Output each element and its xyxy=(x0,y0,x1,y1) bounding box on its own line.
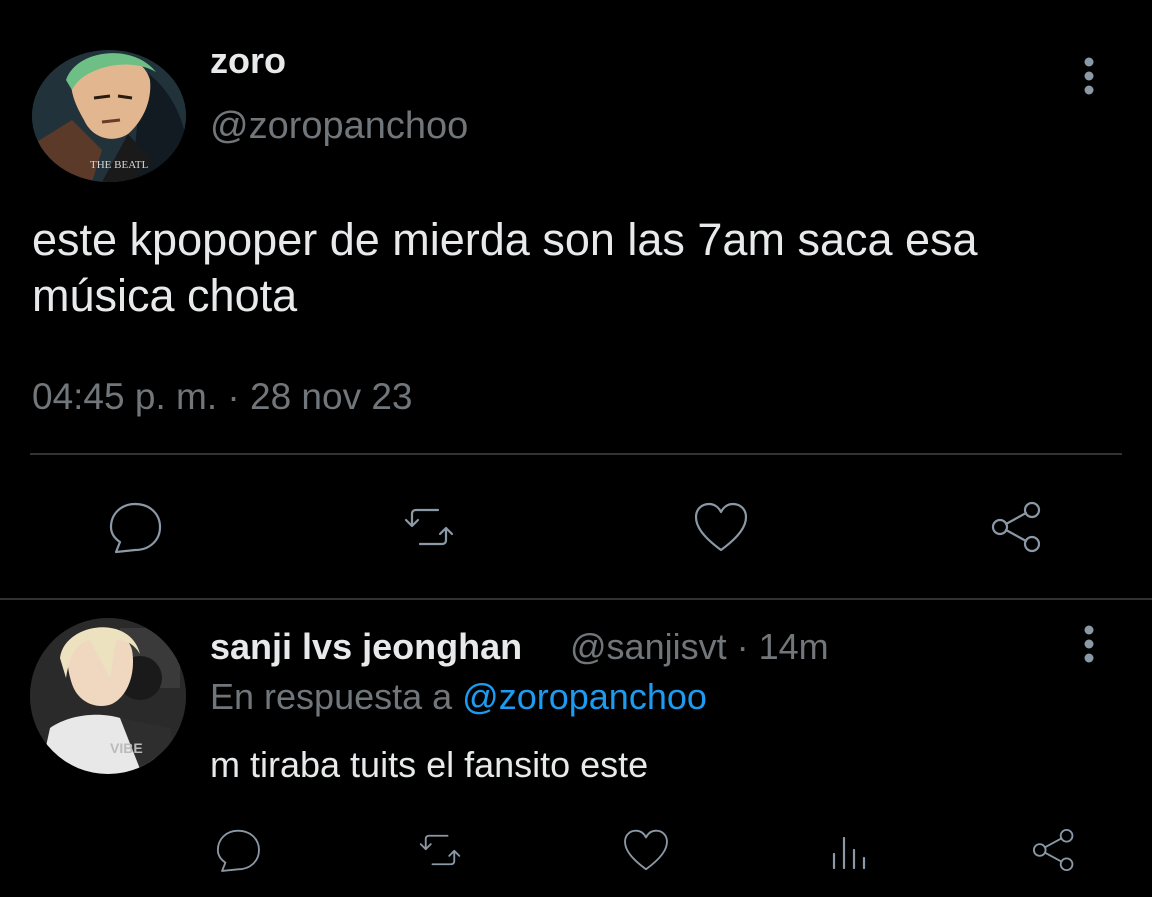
reply-share-icon[interactable] xyxy=(1028,824,1080,876)
reply-more-options-icon[interactable] xyxy=(1072,624,1106,666)
avatar-text: THE BEATL xyxy=(90,159,149,171)
reply-author-name[interactable]: sanji lvs jeonghan xyxy=(210,626,522,668)
author-name[interactable]: zoro xyxy=(210,40,286,82)
reply-like-icon[interactable] xyxy=(620,824,672,876)
reply-author-handle[interactable]: @sanjisvt · 14m xyxy=(570,626,829,668)
tweet-separator xyxy=(0,598,1152,600)
replying-mention-link[interactable]: @zoropanchoo xyxy=(462,676,707,717)
replying-prefix: En respuesta a xyxy=(210,676,453,717)
reply-avatar-text: VIBE xyxy=(110,740,143,756)
retweet-icon[interactable] xyxy=(398,496,460,558)
replying-to: En respuesta a @zoropanchoo xyxy=(210,676,707,718)
reply-retweet-icon[interactable] xyxy=(414,824,466,876)
author-avatar[interactable]: THE BEATL xyxy=(32,50,186,182)
tweet-timestamp: 04:45 p. m. · 28 nov 23 xyxy=(32,376,413,417)
tweet-text: este kpopoper de mierda son las 7am saca… xyxy=(32,214,978,321)
reply-text: m tiraba tuits el fansito este xyxy=(210,744,649,785)
reply-analytics-icon[interactable] xyxy=(824,824,876,876)
reply-author-avatar[interactable]: VIBE xyxy=(30,618,186,774)
like-icon[interactable] xyxy=(690,496,752,558)
more-options-icon[interactable] xyxy=(1072,56,1106,98)
comment-icon[interactable] xyxy=(104,496,166,558)
reply-comment-icon[interactable] xyxy=(212,824,264,876)
divider xyxy=(30,453,1122,455)
share-icon[interactable] xyxy=(986,496,1048,558)
author-handle[interactable]: @zoropanchoo xyxy=(210,105,468,148)
